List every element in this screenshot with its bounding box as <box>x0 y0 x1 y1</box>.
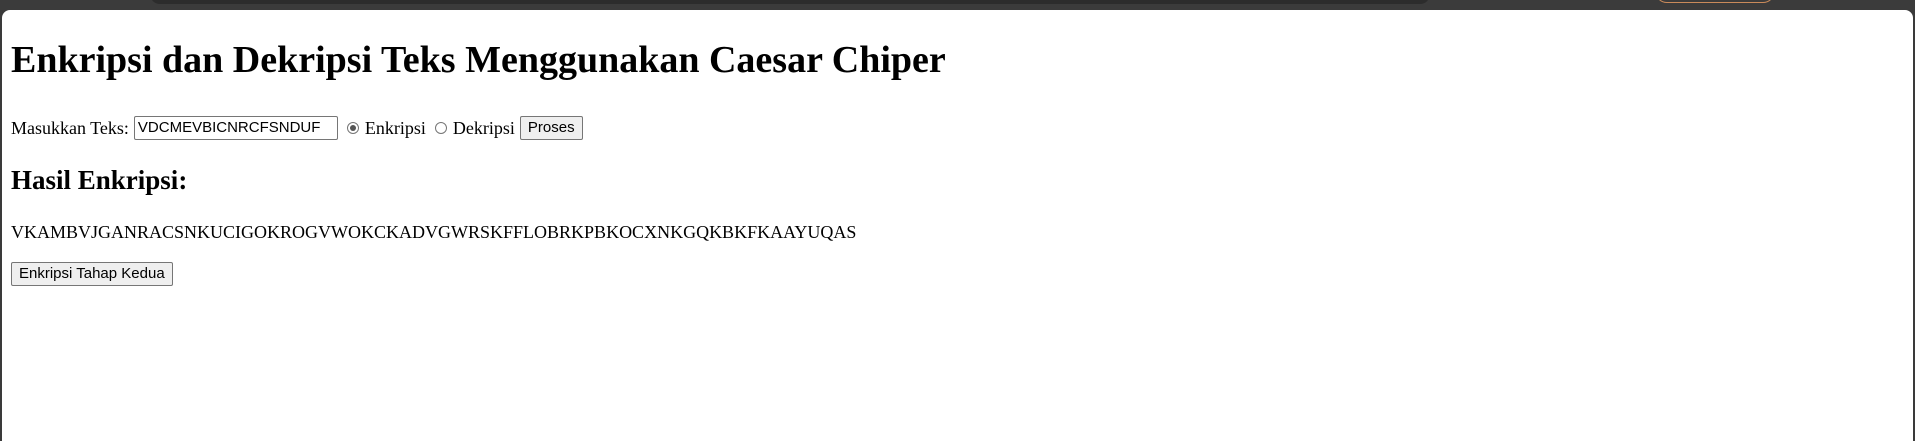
result-text: VKAMBVJGANRACSNKUCIGOKROGVWOKCKADVGWRSKF… <box>11 222 857 242</box>
browser-button[interactable] <box>1655 0 1775 3</box>
result-heading: Hasil Enkripsi: <box>11 165 188 195</box>
cipher-form: Masukkan Teks: VDCMEVBICNRCFSNDUF Enkrip… <box>11 116 583 140</box>
page-title: Enkripsi dan Dekripsi Teks Menggunakan C… <box>11 39 946 81</box>
input-label: Masukkan Teks: <box>11 117 129 138</box>
second-stage-encrypt-button[interactable]: Enkripsi Tahap Kedua <box>11 262 173 286</box>
radio-encrypt-label: Enkripsi <box>364 117 426 138</box>
text-input[interactable]: VDCMEVBICNRCFSNDUF <box>133 116 338 140</box>
proses-button[interactable]: Proses <box>519 116 583 140</box>
radio-decrypt[interactable] <box>434 122 447 134</box>
radio-encrypt[interactable] <box>346 122 359 134</box>
radio-decrypt-label: Dekripsi <box>452 117 515 138</box>
page-content: Enkripsi dan Dekripsi Teks Menggunakan C… <box>2 10 1913 441</box>
address-bar[interactable] <box>150 0 1430 4</box>
browser-chrome <box>0 0 1915 10</box>
